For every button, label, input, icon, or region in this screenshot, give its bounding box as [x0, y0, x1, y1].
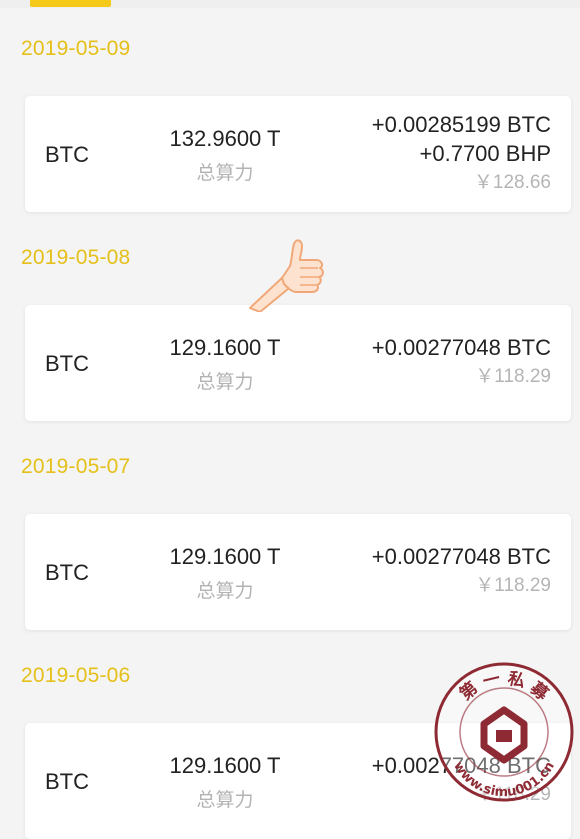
reward-column: +0.00277048 BTC ￥118.29: [372, 542, 551, 600]
record-date: 2019-05-08: [21, 246, 131, 269]
thumbs-up-icon: [249, 239, 324, 312]
hashrate-value: 129.1600 T: [169, 753, 281, 778]
coin-name: BTC: [45, 769, 89, 794]
record-date: 2019-05-06: [21, 664, 131, 687]
reward-btc: +0.00277048 BTC: [371, 335, 551, 360]
coin-name: BTC: [45, 351, 89, 376]
record-date: 2019-05-07: [21, 455, 131, 478]
hashrate-value: 129.1600 T: [169, 544, 281, 569]
reward-btc: +0.00277048 BTC: [371, 544, 551, 569]
record-date: 2019-05-09: [21, 37, 131, 60]
earnings-card[interactable]: BTC 132.9600 T 总算力 +0.00285199 BTC +0.77…: [25, 96, 571, 212]
reward-cny: ￥118.29: [475, 575, 551, 596]
active-tab-indicator: [30, 0, 111, 7]
hashrate-label: 总算力: [196, 581, 254, 602]
coin-name: BTC: [45, 560, 89, 585]
hashrate-label: 总算力: [196, 790, 254, 811]
reward-btc: +0.00285199 BTC: [371, 112, 551, 137]
reward-bhp: +0.7700 BHP: [419, 141, 551, 166]
hashrate-label: 总算力: [196, 163, 254, 184]
coin-name: BTC: [45, 142, 89, 167]
reward-column: +0.00285199 BTC +0.7700 BHP ￥128.66: [372, 110, 551, 197]
hashrate-value: 129.1600 T: [169, 335, 281, 360]
hashrate-value: 132.9600 T: [169, 126, 281, 151]
seal-logo-icon: 第 一 私 募 www.simu001.cn: [434, 662, 574, 802]
reward-cny: ￥128.66: [473, 172, 551, 193]
reward-cny: ￥118.29: [475, 366, 551, 387]
hashrate-label: 总算力: [196, 372, 254, 393]
earnings-card[interactable]: BTC 129.1600 T 总算力 +0.00277048 BTC ￥118.…: [25, 305, 571, 421]
reward-column: +0.00277048 BTC ￥118.29: [372, 333, 551, 391]
earnings-card[interactable]: BTC 129.1600 T 总算力 +0.00277048 BTC ￥118.…: [25, 514, 571, 630]
